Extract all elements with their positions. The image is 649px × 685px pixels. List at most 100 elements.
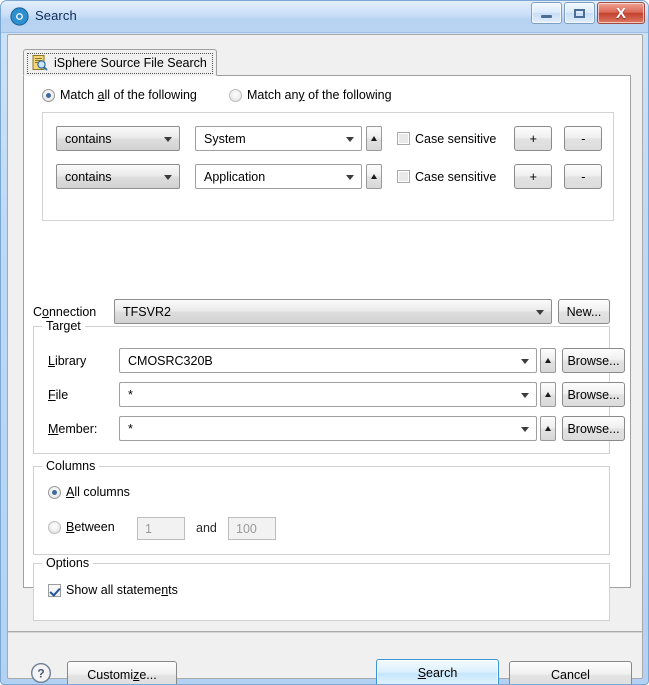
library-value: CMOSRC320B — [128, 353, 213, 368]
chevron-down-icon — [536, 309, 544, 315]
minimize-button[interactable] — [531, 2, 562, 24]
search-dialog-window: Search X iSphere Source File Search Matc… — [0, 0, 649, 685]
options-group: Options Show all statements — [33, 556, 610, 621]
criteria-prompt-button[interactable] — [366, 164, 382, 189]
columns-group: Columns All columns Between 1 and 100 — [33, 459, 610, 555]
criteria-operator-value: contains — [65, 131, 112, 146]
tab-panel: Match all of the following Match any of … — [23, 75, 631, 621]
criteria-value-text: System — [204, 131, 246, 146]
match-all-label: Match all of the following — [60, 88, 197, 102]
tab-label: iSphere Source File Search — [54, 55, 207, 70]
library-combo[interactable]: CMOSRC320B — [119, 348, 537, 373]
help-icon[interactable]: ? — [30, 662, 52, 684]
source-file-search-icon — [31, 54, 48, 71]
all-columns-radio[interactable]: All columns — [48, 485, 130, 499]
new-connection-button[interactable]: New... — [558, 299, 610, 324]
file-value: * — [128, 387, 133, 402]
chevron-down-icon — [521, 392, 529, 398]
close-icon: X — [615, 4, 626, 22]
case-sensitive-label: Case sensitive — [415, 169, 497, 184]
radio-indicator — [42, 88, 55, 102]
target-group-title: Target — [42, 319, 85, 333]
criteria-value-text: Application — [204, 169, 266, 184]
all-columns-label: All columns — [66, 485, 130, 499]
show-all-statements-label: Show all statements — [66, 583, 178, 597]
file-prompt-button[interactable] — [540, 382, 556, 407]
file-label: File — [48, 388, 69, 402]
member-label: Member: — [48, 422, 98, 436]
file-browse-button[interactable]: Browse... — [562, 382, 625, 407]
remove-criteria-button[interactable]: - — [564, 164, 603, 189]
file-combo[interactable]: * — [119, 382, 537, 407]
checkbox-indicator — [397, 170, 410, 183]
customize-button[interactable]: Customize... — [67, 661, 177, 684]
chevron-down-icon — [346, 174, 354, 180]
radio-indicator — [48, 520, 61, 534]
tab-isphere-source-file-search[interactable]: iSphere Source File Search — [23, 49, 217, 76]
criteria-list: contains System Case sensitive + - conta… — [42, 112, 614, 221]
match-any-radio[interactable]: Match any of the following — [229, 88, 392, 102]
window-title: Search — [35, 8, 77, 23]
between-label: Between — [66, 520, 115, 534]
columns-from-input[interactable]: 1 — [137, 517, 185, 540]
criteria-operator-value: contains — [65, 169, 112, 184]
customize-label: Customize... — [87, 668, 157, 682]
title-bar: Search X — [1, 1, 648, 33]
case-sensitive-checkbox[interactable]: Case sensitive — [397, 170, 496, 184]
columns-to-input[interactable]: 100 — [228, 517, 276, 540]
connection-value: TFSVR2 — [123, 304, 171, 319]
case-sensitive-checkbox[interactable]: Case sensitive — [397, 132, 496, 146]
criteria-operator-combo[interactable]: contains — [56, 126, 180, 151]
maximize-button[interactable] — [564, 2, 595, 24]
remove-criteria-button[interactable]: - — [564, 126, 603, 151]
and-label: and — [196, 521, 217, 535]
chevron-down-icon — [164, 136, 172, 142]
member-browse-button[interactable]: Browse... — [562, 416, 625, 441]
connection-combo[interactable]: TFSVR2 — [114, 299, 552, 324]
add-criteria-button[interactable]: + — [514, 164, 553, 189]
match-all-radio[interactable]: Match all of the following — [42, 88, 197, 102]
dialog-content: iSphere Source File Search Match all of … — [8, 35, 642, 621]
tab-strip: iSphere Source File Search — [23, 49, 631, 77]
isphere-logo-icon — [10, 7, 29, 26]
add-criteria-button[interactable]: + — [514, 126, 553, 151]
library-prompt-button[interactable] — [540, 348, 556, 373]
member-combo[interactable]: * — [119, 416, 537, 441]
radio-indicator — [229, 88, 242, 102]
chevron-down-icon — [164, 174, 172, 180]
cancel-button[interactable]: Cancel — [509, 661, 632, 684]
search-button[interactable]: Search — [376, 659, 499, 684]
criteria-operator-combo[interactable]: contains — [56, 164, 180, 189]
target-group: Target Library CMOSRC320B Browse... File… — [33, 319, 625, 454]
minimize-icon — [532, 3, 561, 23]
criteria-value-combo[interactable]: Application — [195, 164, 362, 189]
criteria-row: contains System Case sensitive + - — [56, 126, 603, 151]
close-button[interactable]: X — [597, 2, 645, 24]
match-any-label: Match any of the following — [247, 88, 392, 102]
between-columns-radio[interactable]: Between — [48, 520, 115, 534]
member-value: * — [128, 421, 133, 436]
radio-indicator — [48, 485, 61, 499]
library-label: Library — [48, 354, 87, 368]
window-controls: X — [531, 2, 645, 24]
criteria-prompt-button[interactable] — [366, 126, 382, 151]
dialog-body: iSphere Source File Search Match all of … — [7, 34, 643, 684]
show-all-statements-checkbox[interactable]: Show all statements — [48, 583, 178, 597]
footer-separator — [8, 631, 642, 633]
member-prompt-button[interactable] — [540, 416, 556, 441]
maximize-icon — [565, 3, 594, 23]
chevron-down-icon — [346, 136, 354, 142]
checkbox-indicator — [397, 132, 410, 145]
svg-text:?: ? — [37, 666, 44, 680]
columns-group-title: Columns — [42, 459, 100, 473]
search-label: Search — [417, 666, 458, 680]
criteria-value-combo[interactable]: System — [195, 126, 362, 151]
chevron-down-icon — [521, 426, 529, 432]
options-group-title: Options — [42, 556, 94, 570]
checkbox-indicator — [48, 583, 61, 597]
case-sensitive-label: Case sensitive — [415, 131, 497, 146]
chevron-down-icon — [521, 358, 529, 364]
library-browse-button[interactable]: Browse... — [562, 348, 625, 373]
connection-label: Connection — [33, 305, 97, 319]
criteria-row: contains Application Case sensitive + - — [56, 164, 603, 189]
